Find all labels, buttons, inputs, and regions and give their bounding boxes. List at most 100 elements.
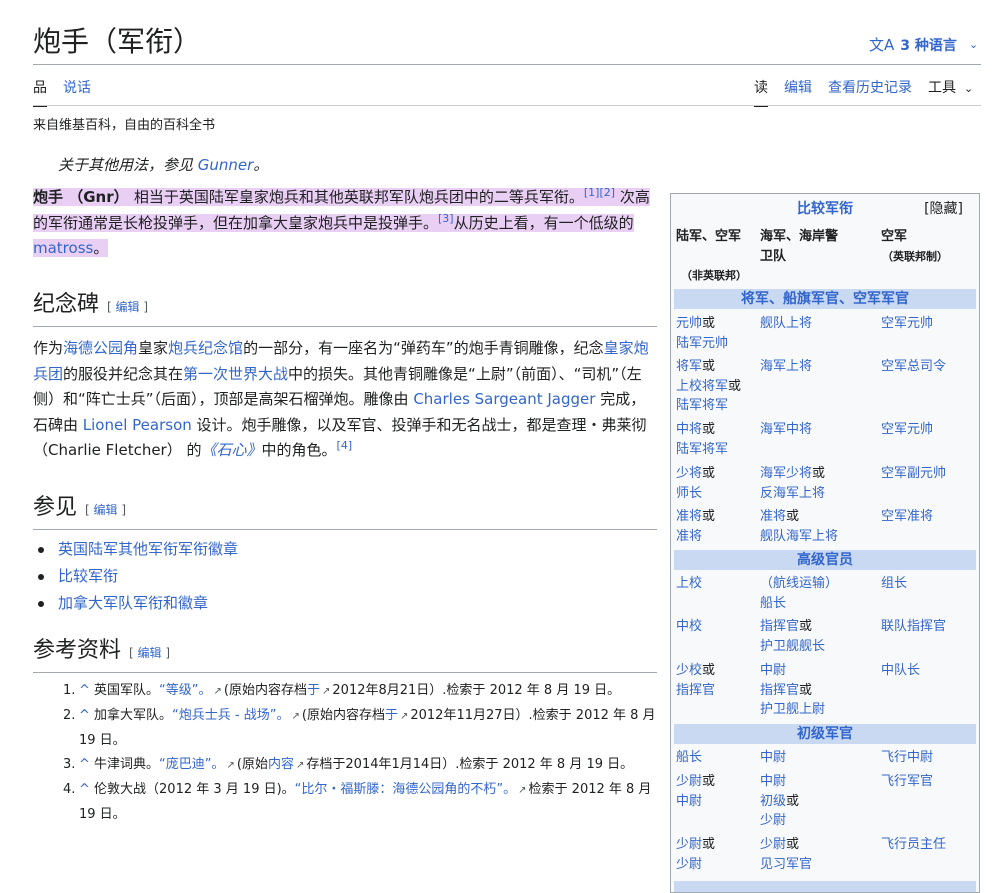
rank-link[interactable]: 飞行军官: [881, 774, 933, 789]
column-header-navy: 海军、海岸警卫队: [760, 229, 839, 264]
ref-backlink[interactable]: ^: [79, 683, 90, 698]
edit-section-link[interactable]: [ 编辑 ]: [129, 646, 170, 660]
link-jagger[interactable]: Charles Sargeant Jagger: [413, 390, 595, 408]
rank-link[interactable]: 少尉: [676, 837, 702, 852]
rank-link[interactable]: 空军元帅: [881, 422, 933, 437]
archive-link[interactable]: 于: [307, 683, 320, 698]
text: 的一部分，有一座名为“弹药车”的炮手青铜雕像，纪念: [243, 339, 604, 357]
rank-link[interactable]: 反海军上将: [760, 486, 825, 501]
link-hyde-park-corner[interactable]: 海德公园角: [63, 339, 138, 357]
rank-link[interactable]: 将军: [676, 359, 702, 374]
rank-link[interactable]: 中校: [676, 619, 702, 634]
rank-link[interactable]: 见习军官: [760, 857, 812, 872]
link-artillery-memorial[interactable]: 炮兵纪念馆: [168, 339, 243, 357]
rank-link[interactable]: 陆军将军: [676, 398, 728, 413]
tab-article[interactable]: 品: [33, 78, 47, 107]
or-text: 或: [812, 466, 826, 481]
tab-read[interactable]: 读: [754, 78, 768, 107]
tab-tools[interactable]: 工具 ⌄: [928, 78, 973, 99]
ref-link[interactable]: “庞巴迪”。: [159, 757, 224, 772]
rank-link[interactable]: 指挥官: [760, 619, 799, 634]
see-also-link[interactable]: 加拿大军队军衔和徽章: [58, 594, 208, 612]
rank-link[interactable]: 少尉: [760, 813, 786, 828]
tab-talk[interactable]: 说话: [63, 78, 91, 98]
language-button[interactable]: 文A 3 种语言 ⌄: [869, 34, 978, 55]
rank-link[interactable]: 海军少将: [760, 466, 812, 481]
rank-link[interactable]: 空军副元帅: [881, 466, 946, 481]
rank-link[interactable]: 元帅: [676, 316, 702, 331]
rank-link[interactable]: 指挥官: [760, 683, 799, 698]
rank-link[interactable]: 上校将军: [676, 379, 728, 394]
ref-backlink[interactable]: ^: [79, 757, 90, 772]
rank-link[interactable]: 中尉: [760, 750, 786, 765]
or-text: 或: [702, 774, 716, 789]
rank-link[interactable]: 空军准将: [881, 509, 933, 524]
rank-link[interactable]: 海军中将: [760, 422, 812, 437]
rank-link[interactable]: 船长: [760, 596, 786, 611]
rank-link[interactable]: 少校: [676, 663, 702, 678]
rank-link[interactable]: 组长: [881, 576, 907, 591]
rank-link[interactable]: 上校: [676, 576, 702, 591]
rank-link[interactable]: 陆军元帅: [676, 336, 728, 351]
rank-cell: 空军总司令: [881, 357, 946, 377]
ref-backlink[interactable]: ^: [79, 782, 90, 797]
rank-cell: 少将或 师长: [676, 464, 715, 503]
matross-link[interactable]: matross: [33, 239, 93, 257]
rank-link[interactable]: 护卫舰上尉: [760, 702, 825, 717]
text: 的服役并纪念其在: [63, 364, 184, 383]
intro-term: 炮手 （Gnr）: [33, 188, 134, 206]
citation-3[interactable]: [3]: [438, 212, 454, 225]
tab-history[interactable]: 查看历史记录: [828, 78, 912, 98]
see-also-link[interactable]: 比较军衔: [58, 567, 118, 585]
rank-cell: 飞行中尉: [881, 748, 933, 768]
rank-link[interactable]: 准将: [676, 509, 702, 524]
citation-4[interactable]: [4]: [337, 439, 353, 452]
rank-link[interactable]: 陆军将军: [676, 442, 728, 457]
rank-link[interactable]: 准将: [760, 509, 786, 524]
tab-edit[interactable]: 编辑: [784, 78, 812, 98]
rank-cell: 少尉或 中尉: [676, 772, 715, 811]
link-pearson[interactable]: Lionel Pearson: [83, 416, 192, 434]
hide-toggle[interactable]: [隐藏]: [924, 198, 963, 220]
link-stoneheart[interactable]: 《石心》: [202, 441, 262, 459]
citation-2[interactable]: [2]: [599, 186, 615, 199]
rank-link[interactable]: 护卫舰舰长: [760, 639, 825, 654]
edit-section-link[interactable]: [ 编辑 ]: [85, 503, 126, 517]
edit-section-link[interactable]: [ 编辑 ]: [107, 300, 148, 314]
rank-link[interactable]: 少尉: [676, 774, 702, 789]
archive-link[interactable]: 内容: [268, 757, 294, 772]
rank-link[interactable]: 少将: [676, 466, 702, 481]
rank-link[interactable]: 少尉: [760, 837, 786, 852]
rank-link[interactable]: 中尉: [760, 774, 786, 789]
rank-link[interactable]: 少尉: [676, 857, 702, 872]
rank-link[interactable]: （航线运输）: [760, 576, 838, 591]
link-ww1[interactable]: 第一次世界大战: [183, 365, 288, 383]
rank-link[interactable]: 飞行员主任: [881, 837, 946, 852]
ref-link[interactable]: “炮兵士兵 - 战场”。: [172, 708, 289, 723]
rank-link[interactable]: 空军元帅: [881, 316, 933, 331]
rank-link[interactable]: 中将: [676, 422, 702, 437]
rank-link[interactable]: 中队长: [881, 663, 920, 678]
external-link-icon: ↗: [213, 686, 222, 697]
rank-link[interactable]: 舰队上将: [760, 316, 812, 331]
ref-link[interactable]: “比尔・福斯滕：海德公园角的不朽”。: [295, 782, 516, 797]
rank-link[interactable]: 初级: [760, 794, 786, 809]
hatnote-link[interactable]: Gunner: [198, 156, 254, 174]
rank-link[interactable]: 中尉: [676, 794, 702, 809]
rank-link[interactable]: 飞行中尉: [881, 750, 933, 765]
rank-link[interactable]: 船长: [676, 750, 702, 765]
rank-link[interactable]: 舰队海军上将: [760, 529, 838, 544]
ref-link[interactable]: “等级”。: [159, 683, 211, 698]
rank-link[interactable]: 准将: [676, 529, 702, 544]
rank-link[interactable]: 指挥官: [676, 683, 715, 698]
ref-text: 英国军队。: [89, 683, 160, 698]
archive-link[interactable]: 于: [385, 708, 398, 723]
see-also-link[interactable]: 英国陆军其他军衔军衔徽章: [58, 540, 238, 558]
rank-link[interactable]: 中尉: [760, 663, 786, 678]
rank-link[interactable]: 空军总司令: [881, 359, 946, 374]
rank-link[interactable]: 海军上将: [760, 359, 812, 374]
ref-backlink[interactable]: ^: [79, 708, 90, 723]
rank-link[interactable]: 师长: [676, 486, 702, 501]
rank-link[interactable]: 联队指挥官: [881, 619, 946, 634]
citation-1[interactable]: [1]: [584, 186, 600, 199]
